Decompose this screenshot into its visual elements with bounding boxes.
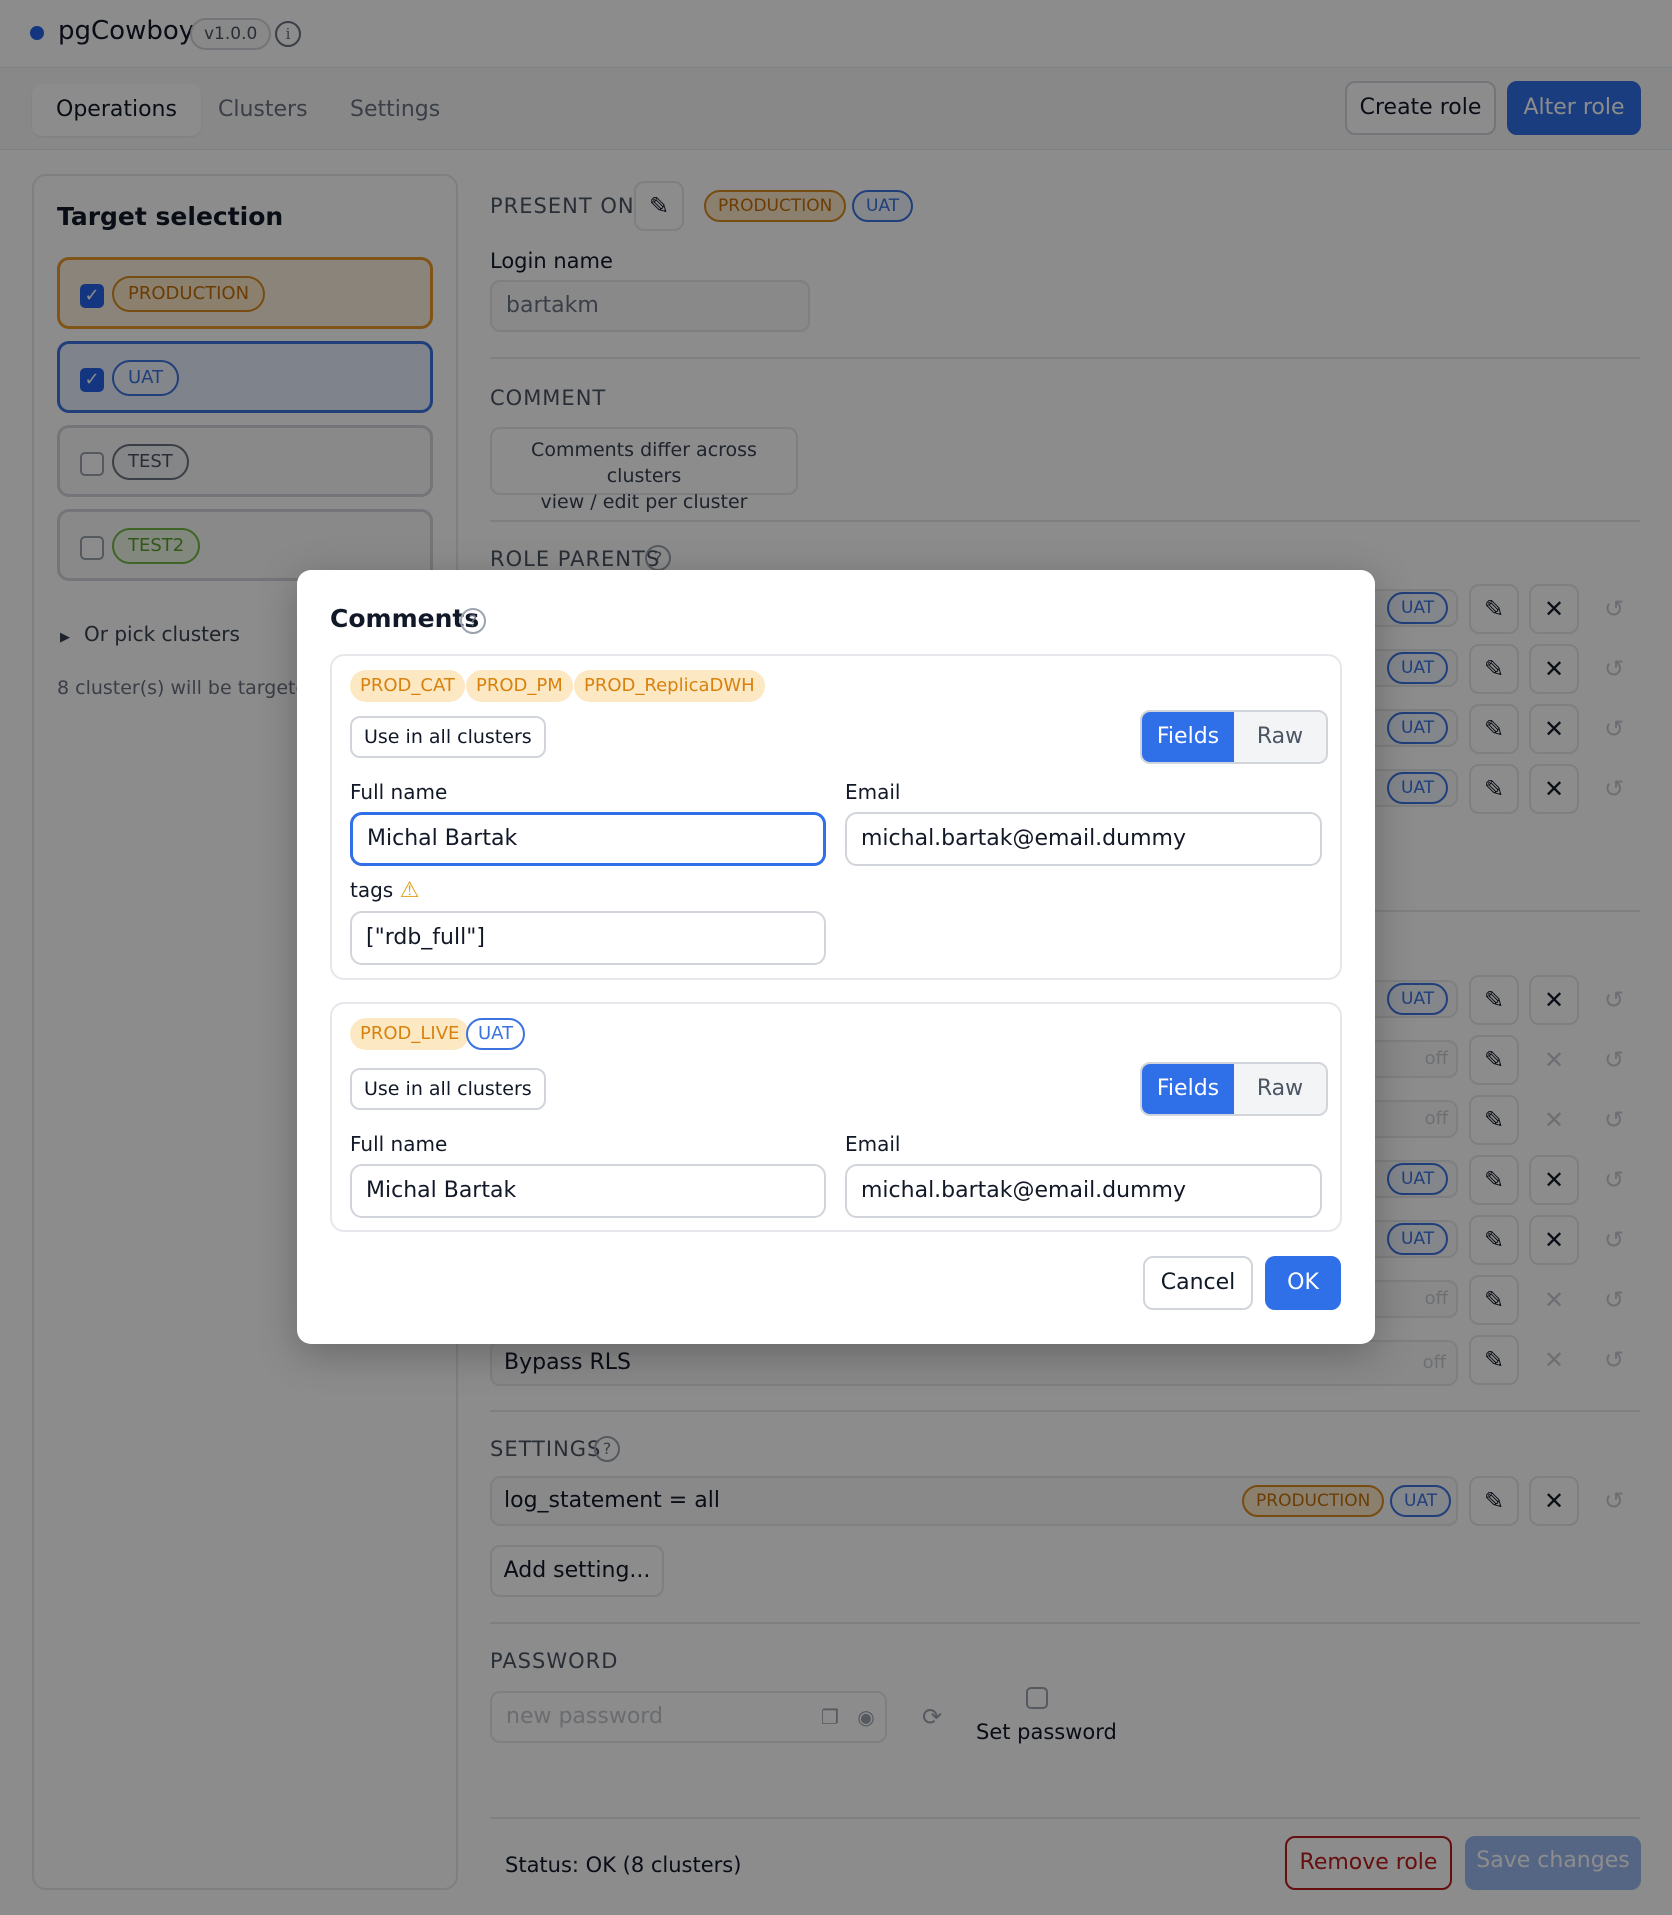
- fields-mode-button[interactable]: Fields: [1142, 1064, 1234, 1114]
- comment-card: PROD_CAT PROD_PM PROD_ReplicaDWH Use in …: [330, 654, 1342, 980]
- cluster-tag: PROD_ReplicaDWH: [574, 670, 765, 702]
- use-in-all-clusters-button[interactable]: Use in all clusters: [350, 1068, 546, 1110]
- raw-mode-button[interactable]: Raw: [1234, 712, 1326, 762]
- comment-card: PROD_LIVE UAT Use in all clusters Fields…: [330, 1002, 1342, 1232]
- fields-mode-button[interactable]: Fields: [1142, 712, 1234, 762]
- tags-input[interactable]: ["rdb_full"]: [350, 911, 826, 965]
- email-input[interactable]: michal.bartak@email.dummy: [845, 1164, 1322, 1218]
- raw-mode-button[interactable]: Raw: [1234, 1064, 1326, 1114]
- ok-button[interactable]: OK: [1265, 1256, 1341, 1310]
- help-icon[interactable]: ?: [460, 608, 486, 634]
- full-name-input[interactable]: Michal Bartak: [350, 812, 826, 866]
- mode-toggle: Fields Raw: [1140, 710, 1328, 764]
- email-input[interactable]: michal.bartak@email.dummy: [845, 812, 1322, 866]
- comments-dialog: Comments ? PROD_CAT PROD_PM PROD_Replica…: [297, 570, 1375, 1344]
- dialog-title: Comments: [330, 604, 480, 633]
- mode-toggle: Fields Raw: [1140, 1062, 1328, 1116]
- cluster-tag: PROD_PM: [466, 670, 573, 702]
- cluster-tag: PROD_CAT: [350, 670, 465, 702]
- tags-label-text: tags: [350, 878, 394, 902]
- full-name-input[interactable]: Michal Bartak: [350, 1164, 826, 1218]
- cluster-tag-uat: UAT: [466, 1018, 526, 1050]
- cancel-button[interactable]: Cancel: [1143, 1256, 1253, 1310]
- full-name-label: Full name: [350, 1132, 448, 1156]
- warning-icon: ⚠: [399, 878, 420, 903]
- full-name-label: Full name: [350, 780, 448, 804]
- tags-label: tags ⚠: [350, 878, 419, 903]
- email-label: Email: [845, 780, 901, 804]
- cluster-tag: PROD_LIVE: [350, 1018, 470, 1050]
- email-label: Email: [845, 1132, 901, 1156]
- use-in-all-clusters-button[interactable]: Use in all clusters: [350, 716, 546, 758]
